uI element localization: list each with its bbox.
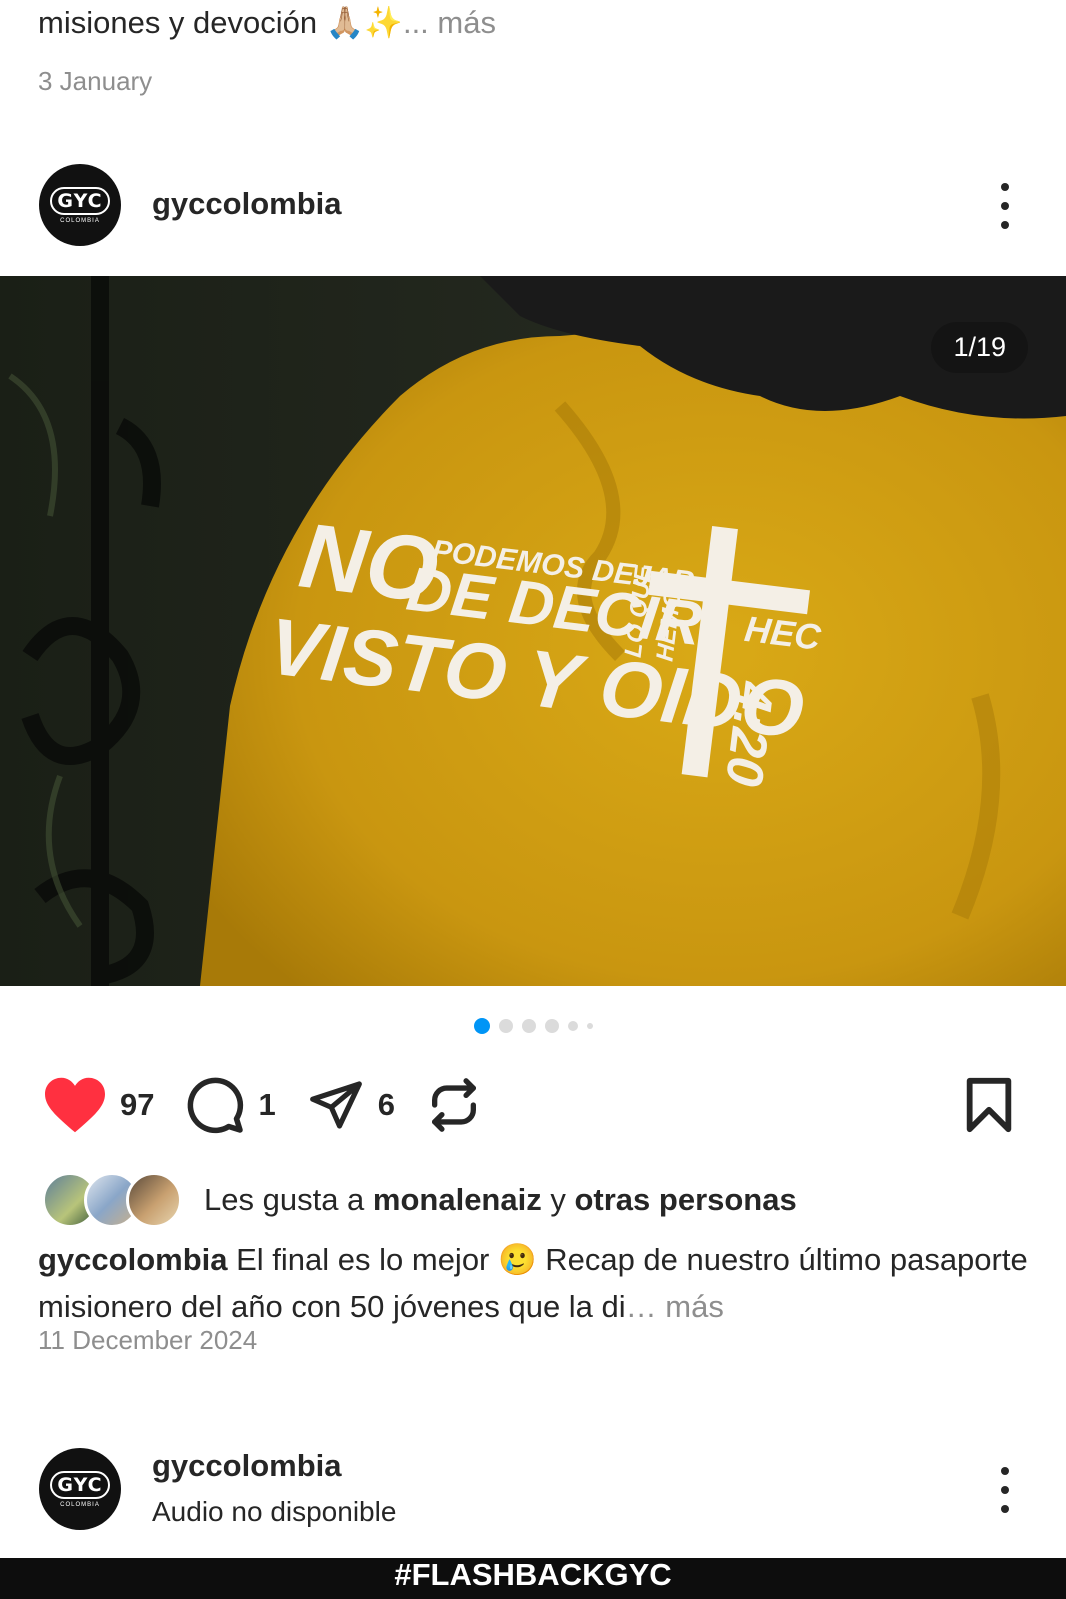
carousel-indicator <box>0 1018 1066 1034</box>
shares-count[interactable]: 6 <box>378 1087 395 1123</box>
next-post-avatar[interactable]: GYC COLOMBIA <box>39 1448 121 1530</box>
liked-by-user[interactable]: monalenaiz <box>373 1182 542 1217</box>
avatar-logo-subtext: COLOMBIA <box>60 1501 100 1508</box>
more-vertical-icon[interactable] <box>990 183 1020 229</box>
repost-button[interactable] <box>425 1076 483 1134</box>
previous-post-date: 3 January <box>38 66 153 96</box>
carousel-dot <box>521 1019 536 1033</box>
liked-by-join: y <box>541 1182 575 1217</box>
save-button[interactable] <box>962 1076 1016 1139</box>
like-button[interactable]: 97 <box>42 1075 154 1135</box>
send-icon <box>309 1081 362 1129</box>
previous-more-link[interactable]: ... más <box>403 5 496 40</box>
post-image-art: NO PODEMOS DEJAR DE DECIR VISTO Y OIDO L… <box>0 276 1066 986</box>
post-username[interactable]: gyccolombia <box>152 186 342 222</box>
repost-icon <box>431 1078 476 1132</box>
avatar-logo-text: GYC <box>50 1470 110 1499</box>
heart-icon <box>45 1077 105 1133</box>
likes-count[interactable]: 97 <box>120 1087 154 1123</box>
carousel-dot-active <box>473 1018 490 1034</box>
liked-by-text: Les gusta a monalenaiz y otras personas <box>204 1182 797 1218</box>
liked-by-prefix: Les gusta a <box>204 1182 373 1217</box>
next-post-banner-text: #FLASHBACKGYC <box>394 1557 672 1592</box>
slide-counter: 1/19 <box>931 322 1028 373</box>
caption-more-link[interactable]: … más <box>626 1289 724 1324</box>
avatar-logo-text: GYC <box>50 186 110 215</box>
previous-post-caption: misiones y devoción 🙏🏼✨... más <box>38 4 496 41</box>
avatar[interactable]: GYC COLOMBIA <box>39 164 121 246</box>
carousel-dot <box>567 1021 578 1031</box>
audio-status[interactable]: Audio no disponible <box>152 1496 396 1528</box>
post-image[interactable]: NO PODEMOS DEJAR DE DECIR VISTO Y OIDO L… <box>0 276 1066 986</box>
comment-icon <box>188 1077 244 1134</box>
liker-avatar <box>126 1172 182 1228</box>
liked-by-row[interactable]: Les gusta a monalenaiz y otras personas <box>42 1172 797 1228</box>
carousel-dot <box>544 1019 559 1033</box>
next-post-username[interactable]: gyccolombia <box>152 1448 342 1484</box>
previous-caption-text: misiones y devoción 🙏🏼✨ <box>38 5 403 40</box>
carousel-dot <box>586 1023 593 1029</box>
avatar-logo-subtext: COLOMBIA <box>60 217 100 224</box>
caption-username[interactable]: gyccolombia <box>38 1242 228 1277</box>
carousel-dot <box>498 1019 513 1033</box>
post-date: 11 December 2024 <box>38 1325 258 1355</box>
more-vertical-icon[interactable] <box>990 1467 1020 1513</box>
bookmark-icon <box>966 1077 1012 1133</box>
post-actions-bar: 97 1 6 <box>42 1072 513 1138</box>
post-caption: gyccolombia El final es lo mejor 🥲 Recap… <box>38 1236 1028 1330</box>
share-button[interactable]: 6 <box>306 1077 395 1133</box>
comment-button[interactable]: 1 <box>184 1075 276 1135</box>
liked-by-others[interactable]: otras personas <box>574 1182 796 1217</box>
comments-count[interactable]: 1 <box>258 1087 275 1123</box>
